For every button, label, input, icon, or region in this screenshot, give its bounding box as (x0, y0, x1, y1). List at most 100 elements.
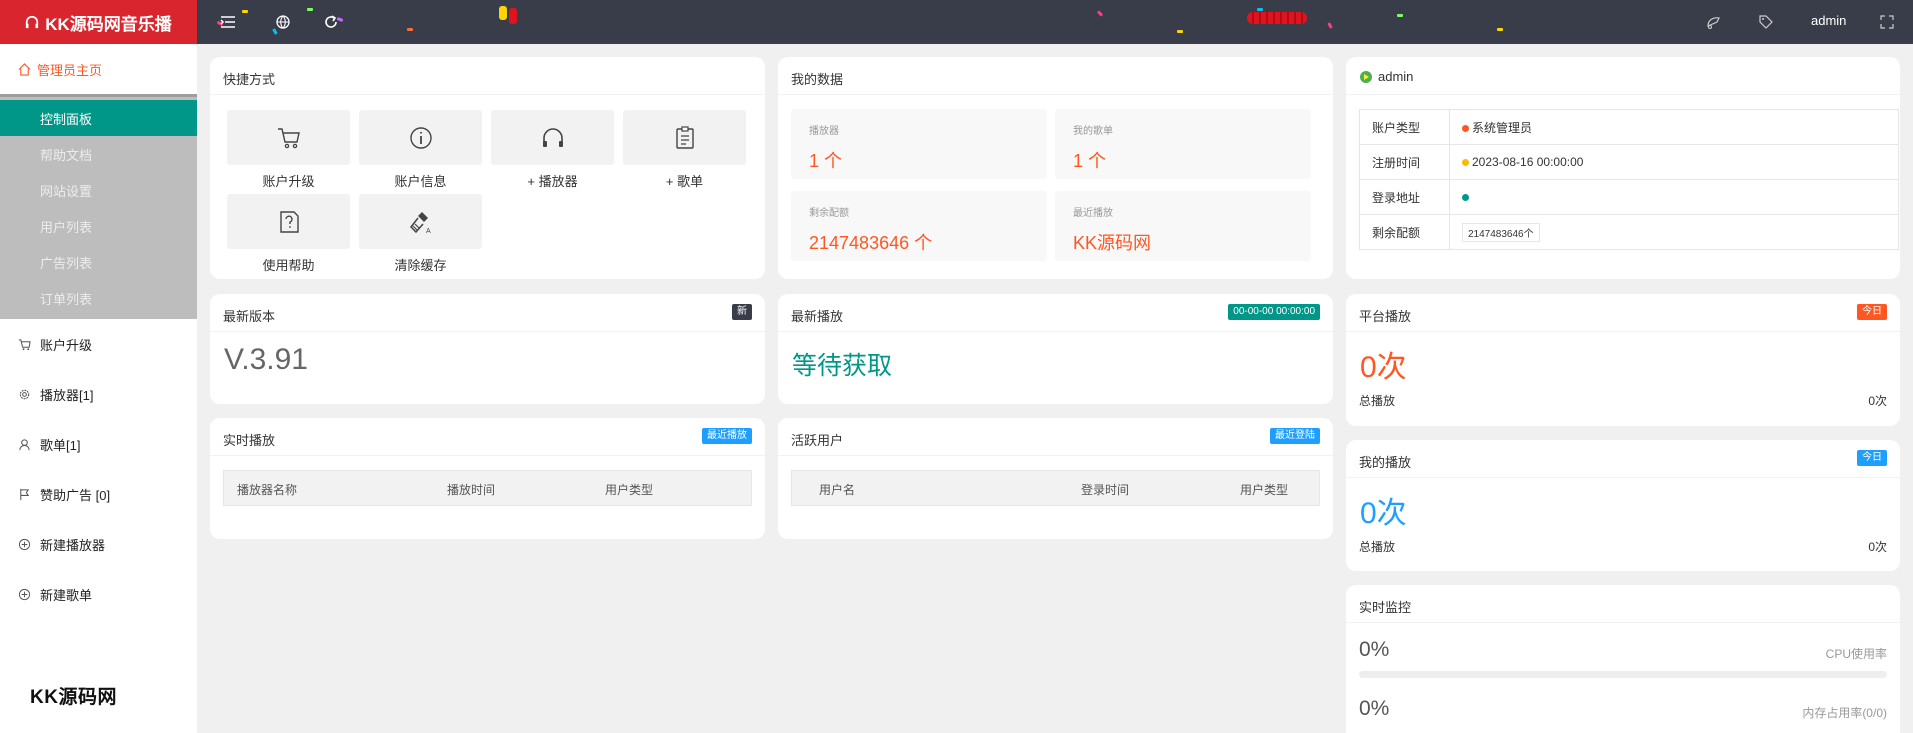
account-name: admin (1378, 69, 1414, 84)
divider (210, 331, 765, 332)
shortcut-help[interactable]: 使用帮助 (227, 194, 350, 274)
cpu-monitor: 0% CPU使用率 (1359, 638, 1887, 678)
svg-text:A: A (426, 228, 431, 235)
status-dot (1462, 159, 1469, 166)
sidebar: KK源码网音乐播 管理员主页 控制面板 帮助文档 网站设置 用户列表 广告列表 … (0, 0, 197, 733)
quota-tag: 2147483646个 (1462, 222, 1540, 242)
tag-icon[interactable] (1757, 13, 1775, 31)
cart-icon (18, 338, 31, 350)
version-title: 最新版本 (223, 309, 276, 324)
mydata-title: 我的数据 (791, 72, 844, 87)
version-value: V.3.91 (224, 343, 308, 376)
nav-admin-home[interactable]: 管理员主页 (0, 44, 197, 94)
info-value (1449, 179, 1899, 215)
info-value: 系统管理员 (1449, 109, 1899, 145)
shortcut-account-info[interactable]: 账户信息 (359, 110, 482, 190)
divider (778, 94, 1333, 95)
my-play-card: 我的播放 今日 0次 总播放 0次 (1346, 440, 1900, 571)
confetti-decoration (242, 10, 248, 13)
info-key: 注册时间 (1359, 144, 1450, 180)
divider (1346, 331, 1900, 332)
account-type: 系统管理员 (1472, 120, 1533, 135)
menu-toggle-icon[interactable] (219, 13, 237, 31)
recent-login-badge: 最近登陆 (1270, 428, 1320, 444)
sub-item-help-docs[interactable]: 帮助文档 (0, 136, 197, 172)
shortcut-add-player[interactable]: + 播放器 (491, 110, 614, 190)
total-value: 0次 (1868, 540, 1887, 554)
shortcut-label: 账户升级 (262, 174, 315, 189)
lantern-decoration (499, 6, 507, 20)
stat-label: 剩余配额 (809, 208, 849, 219)
active-users-table-header: 用户名 登录时间 用户类型 (791, 470, 1320, 506)
nav-account-upgrade-label: 账户升级 (40, 337, 93, 353)
status-dot (1462, 194, 1469, 201)
sub-item-order-list[interactable]: 订单列表 (0, 280, 197, 316)
nav-playlists-label: 歌单[1] (40, 437, 81, 453)
nav-players-label: 播放器[1] (40, 387, 94, 403)
nav-new-player[interactable]: 新建播放器 (0, 519, 197, 569)
help-icon (279, 210, 299, 233)
active-users-card: 活跃用户 最近登陆 用户名 登录时间 用户类型 (778, 418, 1333, 539)
nav-playlists[interactable]: 歌单[1] (0, 419, 197, 469)
sub-nav: 控制面板 帮助文档 网站设置 用户列表 广告列表 订单列表 (0, 94, 197, 319)
column-header: 播放器名称 (237, 483, 298, 497)
divider (1346, 622, 1900, 623)
app-logo[interactable]: KK源码网音乐播 (0, 0, 197, 44)
avatar-icon (1360, 70, 1372, 83)
refresh-icon[interactable] (322, 13, 340, 31)
monitor-card: 实时监控 0% CPU使用率 0% 内存占用率(0/0) (1346, 585, 1900, 733)
sub-item-site-settings[interactable]: 网站设置 (0, 172, 197, 208)
header-username[interactable]: admin (1811, 13, 1846, 28)
sub-item-dashboard[interactable]: 控制面板 (0, 100, 197, 136)
stat-value: 1 个 (1073, 151, 1107, 171)
shortcut-account-upgrade[interactable]: 账户升级 (227, 110, 350, 190)
active-users-title: 活跃用户 (791, 433, 844, 448)
stat-label: 播放器 (809, 126, 839, 137)
lantern-decoration (509, 8, 517, 24)
info-value: 2023-08-16 00:00:00 (1449, 144, 1899, 180)
table-row: 注册时间 2023-08-16 00:00:00 (1359, 144, 1899, 180)
theme-icon[interactable] (1705, 13, 1723, 31)
add-circle-icon (18, 588, 31, 600)
stat-playlists[interactable]: 我的歌单 1 个 (1055, 109, 1311, 179)
my-play-title: 我的播放 (1359, 455, 1412, 470)
column-header: 播放时间 (447, 483, 496, 497)
nav-new-playlist-label: 新建歌单 (40, 587, 93, 603)
cpu-usage-label: CPU使用率 (1825, 647, 1887, 661)
nav-new-playlist[interactable]: 新建歌单 (0, 569, 197, 619)
divider (778, 331, 1333, 332)
stat-label: 我的歌单 (1073, 126, 1113, 137)
account-card: admin 账户类型 系统管理员 注册时间 2023-08-16 00:00:0… (1346, 57, 1900, 279)
globe-icon[interactable] (274, 13, 292, 31)
stat-players[interactable]: 播放器 1 个 (791, 109, 1047, 179)
confetti-decoration (1497, 28, 1503, 31)
stat-value: 2147483646 个 (809, 233, 933, 253)
realtime-table-header: 播放器名称 播放时间 用户类型 (223, 470, 752, 506)
platform-play-count: 0次 (1360, 351, 1407, 384)
shortcut-add-playlist[interactable]: + 歌单 (623, 110, 746, 190)
nav-account-upgrade[interactable]: 账户升级 (0, 319, 197, 369)
shortcut-clear-cache[interactable]: A 清除缓存 (359, 194, 482, 274)
shortcut-label: 账户信息 (394, 174, 447, 189)
info-key: 剩余配额 (1359, 214, 1450, 250)
stat-recent-play[interactable]: 最近播放 KK源码网 (1055, 191, 1311, 261)
gear-icon (19, 389, 30, 399)
sub-item-user-list[interactable]: 用户列表 (0, 208, 197, 244)
brush-icon: A (409, 211, 431, 235)
divider (210, 455, 765, 456)
table-row: 账户类型 系统管理员 (1359, 109, 1899, 145)
info-key: 登录地址 (1359, 179, 1450, 215)
firecracker-decoration (1247, 12, 1307, 24)
my-play-total-row: 总播放 0次 (1359, 538, 1887, 555)
fullscreen-icon[interactable] (1880, 13, 1894, 31)
account-header: admin (1359, 69, 1413, 84)
brand-logo: KK源码网 (30, 687, 117, 708)
stat-quota[interactable]: 剩余配额 2147483646 个 (791, 191, 1047, 261)
new-badge: 新 (732, 304, 752, 320)
nav-players[interactable]: 播放器[1] (0, 369, 197, 419)
realtime-play-card: 实时播放 最近播放 播放器名称 播放时间 用户类型 (210, 418, 765, 539)
info-icon (409, 126, 432, 149)
nav-sponsor-ads[interactable]: 赞助广告 [0] (0, 469, 197, 519)
memory-usage-label: 内存占用率(0/0) (1802, 706, 1887, 720)
sub-item-ad-list[interactable]: 广告列表 (0, 244, 197, 280)
